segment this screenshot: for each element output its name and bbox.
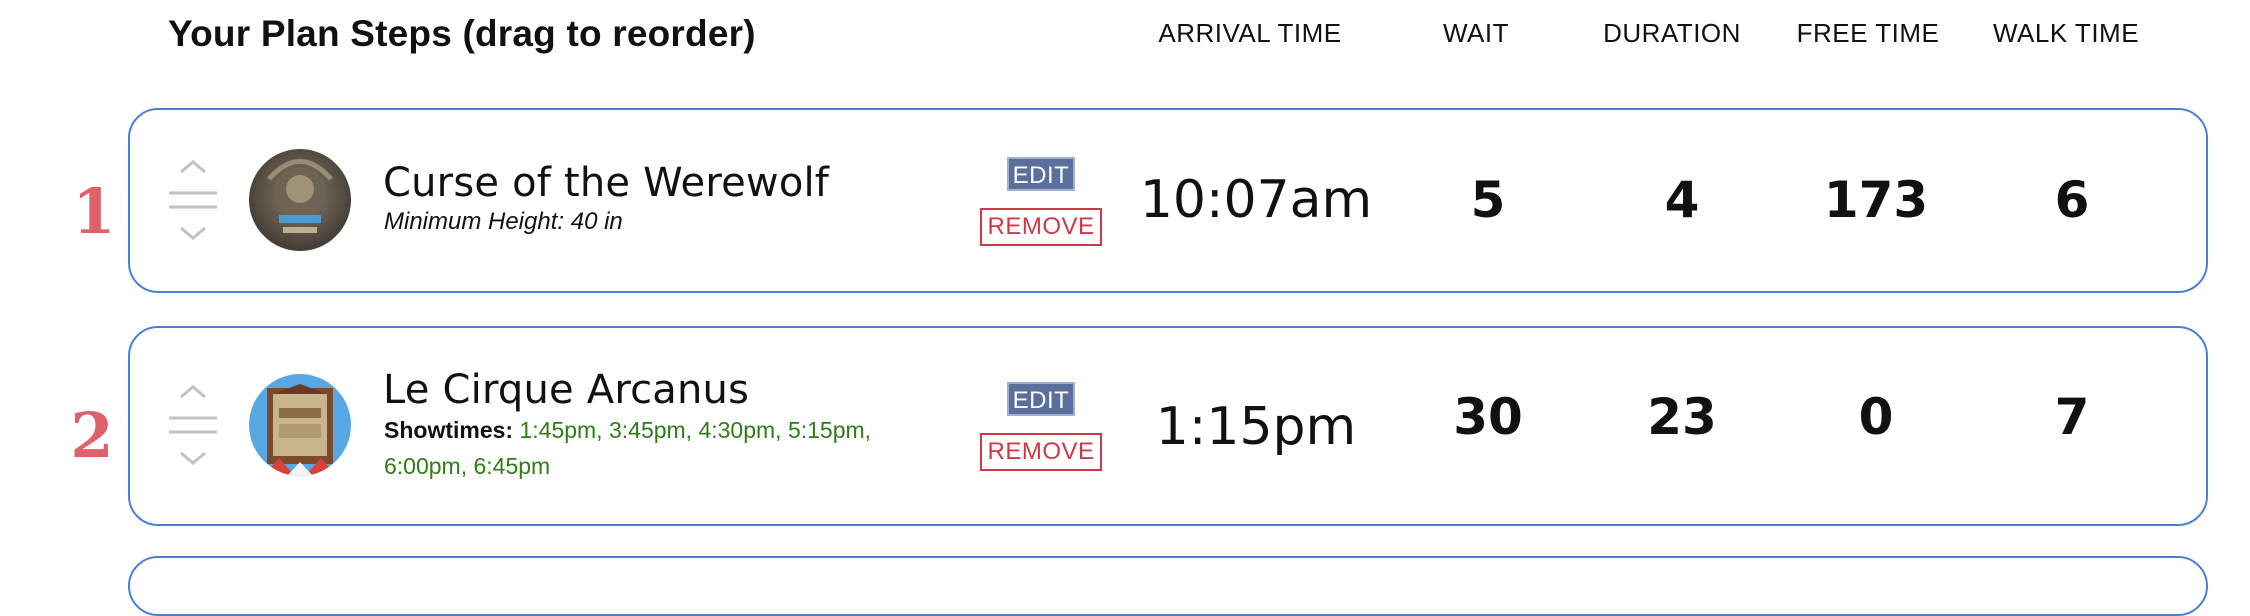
show-thumbnail bbox=[249, 374, 351, 476]
arrival-time-value: 1:15pm bbox=[1155, 397, 1357, 457]
show-name: Le Cirque Arcanus bbox=[383, 367, 750, 413]
remove-button[interactable]: REMOVE bbox=[980, 433, 1102, 471]
edit-button[interactable]: EDIT bbox=[1007, 382, 1075, 416]
step-number: 2 bbox=[70, 399, 114, 472]
drag-handle-icon[interactable] bbox=[167, 160, 219, 240]
column-header-free-time: FREE TIME bbox=[1796, 18, 1940, 48]
free-time-value: 173 bbox=[1823, 171, 1929, 229]
walk-time-value: 6 bbox=[2054, 171, 2090, 229]
walk-time-value: 7 bbox=[2054, 388, 2090, 446]
duration-value: 4 bbox=[1664, 171, 1700, 229]
minimum-height: Minimum Height: 40 in bbox=[384, 208, 623, 235]
wait-value: 30 bbox=[1453, 388, 1523, 446]
remove-button[interactable]: REMOVE bbox=[980, 208, 1102, 246]
free-time-value: 0 bbox=[1858, 388, 1894, 446]
page-title: Your Plan Steps (drag to reorder) bbox=[168, 13, 756, 54]
column-header-arrival-time: ARRIVAL TIME bbox=[1158, 18, 1342, 48]
plan-step-card-partial[interactable] bbox=[128, 556, 2208, 616]
column-header-duration: DURATION bbox=[1603, 18, 1741, 48]
column-header-walk-time: WALK TIME bbox=[1992, 18, 2140, 48]
duration-value: 23 bbox=[1647, 388, 1717, 446]
showtimes-label: Showtimes: bbox=[384, 417, 514, 443]
edit-button[interactable]: EDIT bbox=[1007, 157, 1075, 191]
step-number: 1 bbox=[72, 175, 116, 248]
wait-value: 5 bbox=[1470, 171, 1506, 229]
showtimes-line: Showtimes: 1:45pm, 3:45pm, 4:30pm, 5:15p… bbox=[384, 412, 944, 484]
arrival-time-value: 10:07am bbox=[1139, 170, 1373, 230]
drag-handle-icon[interactable] bbox=[167, 385, 219, 465]
ride-name: Curse of the Werewolf bbox=[383, 160, 830, 206]
column-header-wait: WAIT bbox=[1442, 18, 1510, 48]
ride-thumbnail bbox=[249, 149, 351, 251]
